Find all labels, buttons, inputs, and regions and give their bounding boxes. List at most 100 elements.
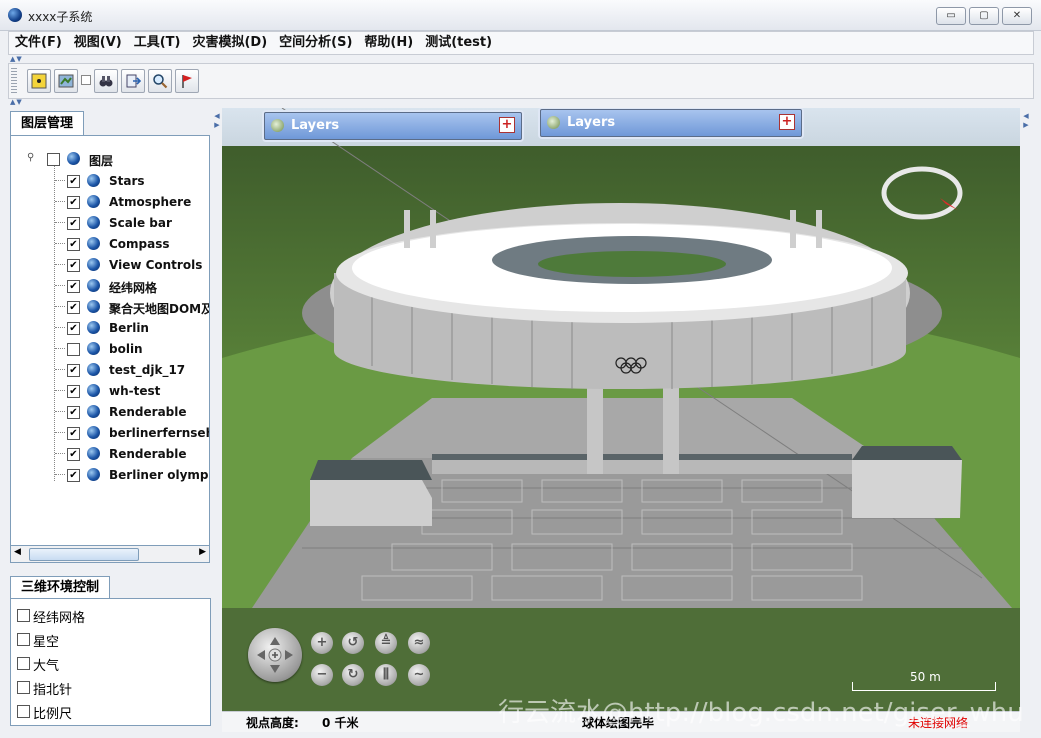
layer-item[interactable]: ✔ test_djk_17 (11, 360, 209, 380)
globe-icon (87, 321, 100, 334)
layer-checkbox[interactable]: ✔ (67, 280, 80, 293)
zoom-in-icon[interactable]: + (311, 632, 333, 654)
layer-item[interactable]: ✔ Berliner olympias (11, 465, 209, 485)
layer-item[interactable]: ✔ View Controls (11, 255, 209, 275)
collapse-arrows[interactable]: ▲▼ (10, 55, 23, 63)
tree-connector (55, 432, 65, 433)
checkbox[interactable] (17, 705, 30, 718)
layer-checkbox[interactable]: ✔ (67, 238, 80, 251)
layers-panel-title: Layers (291, 118, 340, 133)
pan-control[interactable] (248, 628, 302, 682)
zoom-out-icon[interactable]: − (311, 664, 333, 686)
scroll-left-icon[interactable]: ◀ (14, 547, 21, 557)
menu-spatial-analysis[interactable]: 空间分析(S) (273, 32, 358, 54)
option-label: 指北针 (33, 683, 73, 698)
menu-file[interactable]: 文件(F) (9, 32, 68, 54)
layer-checkbox[interactable]: ✔ (67, 322, 80, 335)
layer-item[interactable]: ✔ berlinerfernsehtu (11, 423, 209, 443)
minimize-button[interactable]: ▭ (936, 7, 966, 25)
menu-tools[interactable]: 工具(T) (128, 32, 187, 54)
layer-item[interactable]: ✔ Renderable (11, 402, 209, 422)
layer-item[interactable]: ✔ Berlin (11, 318, 209, 338)
layer-item[interactable]: ✔ wh-test (11, 381, 209, 401)
layer-checkbox[interactable]: ✔ (67, 427, 80, 440)
layer-checkbox[interactable]: ✔ (67, 217, 80, 230)
env-panel-tab[interactable]: 三维环境控制 (10, 576, 111, 599)
flag-icon[interactable] (175, 69, 199, 93)
layer-tree: ⚲ 图层 ✔ Stars ✔ Atmosphere ✔ Scale bar ✔ Compass… (10, 135, 210, 547)
layer-checkbox[interactable]: ✔ (67, 406, 80, 419)
maximize-button[interactable]: ▢ (969, 7, 999, 25)
root-checkbox[interactable] (47, 153, 60, 166)
layer-hscrollbar[interactable]: ◀ ▶ (10, 545, 210, 563)
layer-item[interactable]: ✔ Stars (11, 171, 209, 191)
layer-checkbox[interactable]: ✔ (67, 364, 80, 377)
layer-checkbox[interactable]: ✔ (67, 385, 80, 398)
toolbar-grip[interactable] (11, 68, 17, 94)
checkbox[interactable] (17, 681, 30, 694)
layer-item[interactable]: ✔ Scale bar (11, 213, 209, 233)
layer-checkbox[interactable]: ✔ (67, 469, 80, 482)
layer-label: berlinerfernsehtu (109, 426, 209, 440)
tilt-down-icon[interactable]: ⫼ (375, 664, 397, 686)
expand-plus-button[interactable]: + (499, 117, 515, 133)
scroll-thumb[interactable] (29, 548, 139, 561)
export-icon[interactable] (121, 69, 145, 93)
root-label: 图层 (89, 154, 114, 168)
checkbox[interactable] (17, 609, 30, 622)
close-button[interactable]: ✕ (1002, 7, 1032, 25)
watermark: 行云流水@http://blog.csdn.net/giser_whu (498, 698, 1024, 728)
layer-item[interactable]: ✔ Atmosphere (11, 192, 209, 212)
globe-icon (87, 195, 100, 208)
layer-label: Berlin (109, 321, 149, 335)
checkbox[interactable] (17, 633, 30, 646)
layer-checkbox[interactable]: ✔ (67, 301, 80, 314)
rotate-left-icon[interactable]: ↺ (342, 632, 364, 654)
exaggerate-up-icon[interactable]: ≈ (408, 632, 430, 654)
layer-checkbox[interactable]: ✔ (67, 448, 80, 461)
layer-checkbox[interactable]: ✔ (67, 175, 80, 188)
menu-disaster-sim[interactable]: 灾害模拟(D) (186, 32, 273, 54)
layer-item[interactable]: ✔ 经纬网格 (11, 276, 209, 296)
layers-panel-1[interactable]: Layers + (264, 112, 522, 140)
rotate-right-icon[interactable]: ↻ (342, 664, 364, 686)
left-splitter[interactable]: ◀▶ (213, 112, 221, 130)
tree-root[interactable]: ⚲ 图层 (11, 150, 209, 170)
tree-connector (55, 264, 65, 265)
map-icon[interactable] (54, 69, 78, 93)
layers-panel-2[interactable]: Layers + (540, 109, 802, 137)
tilt-up-icon[interactable]: ≜ (375, 632, 397, 654)
layer-panel-tab[interactable]: 图层管理 (10, 111, 85, 136)
globe-map-view[interactable]: Layers + Layers + (222, 108, 1020, 711)
checkbox[interactable] (17, 657, 30, 670)
tree-connector (55, 243, 65, 244)
menu-view[interactable]: 视图(V) (68, 32, 128, 54)
layer-checkbox[interactable] (67, 343, 80, 356)
select-icon[interactable] (27, 69, 51, 93)
window-title: xxxx子系统 (28, 10, 93, 24)
zoom-icon[interactable] (148, 69, 172, 93)
layer-item[interactable]: bolin (11, 339, 209, 359)
layer-item[interactable]: ✔ 聚合天地图DOM及 (11, 297, 209, 317)
exaggerate-down-icon[interactable]: ∼ (408, 664, 430, 686)
scroll-right-icon[interactable]: ▶ (199, 547, 206, 557)
tree-connector (55, 180, 65, 181)
menu-test[interactable]: 测试(test) (419, 32, 498, 54)
globe-icon (67, 152, 80, 165)
expand-plus-button[interactable]: + (779, 114, 795, 130)
layer-item[interactable]: ✔ Renderable (11, 444, 209, 464)
tree-connector (55, 369, 65, 370)
toolbar (8, 63, 1034, 99)
layer-panel: 图层管理 ⚲ 图层 ✔ Stars ✔ Atmosphere ✔ Scale bar ✔ Co… (10, 111, 210, 564)
toggle-checkbox[interactable] (81, 75, 91, 85)
globe-icon (87, 363, 100, 376)
layer-checkbox[interactable]: ✔ (67, 196, 80, 209)
layer-checkbox[interactable]: ✔ (67, 259, 80, 272)
expand-key-icon[interactable]: ⚲ (27, 152, 34, 163)
globe-icon (87, 468, 100, 481)
collapse-arrows-2[interactable]: ▲▼ (10, 98, 23, 106)
layer-item[interactable]: ✔ Compass (11, 234, 209, 254)
right-splitter[interactable]: ◀▶ (1022, 112, 1030, 130)
binoculars-icon[interactable] (94, 69, 118, 93)
menu-help[interactable]: 帮助(H) (358, 32, 419, 54)
